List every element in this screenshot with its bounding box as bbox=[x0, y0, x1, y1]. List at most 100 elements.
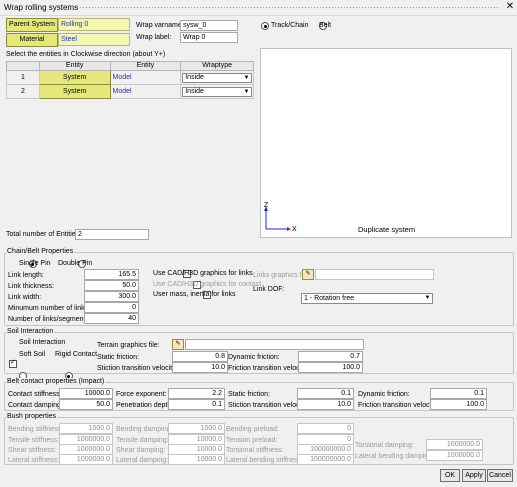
min-links-label: Minumum number of links: bbox=[8, 305, 91, 312]
wraptype-cell: Inside ▼ bbox=[180, 70, 254, 85]
varname-field[interactable]: sysw_0 bbox=[180, 20, 238, 31]
belt-stiction-field[interactable]: 10.0 bbox=[297, 399, 354, 410]
track-chain-radio[interactable] bbox=[261, 22, 269, 30]
single-pin-label: Single Pin bbox=[19, 260, 51, 267]
contact-damping-field[interactable]: 50.0 bbox=[59, 399, 113, 410]
link-dof-select[interactable]: 1 - Rotation free ▼ bbox=[301, 293, 433, 304]
bending-damping-label: Bending damping: bbox=[116, 426, 173, 433]
belt-friction-tv-field[interactable]: 100.0 bbox=[430, 399, 487, 410]
system-cell[interactable]: System bbox=[38, 70, 111, 85]
shear-damping-label: Shear damping: bbox=[116, 447, 166, 454]
min-links-field[interactable]: 0 bbox=[84, 302, 139, 313]
viewport-caption: Duplicate system bbox=[358, 225, 416, 234]
lateral-stiffness-field[interactable]: 1000000.0 bbox=[59, 454, 113, 465]
parent-system-button[interactable]: Parent System bbox=[6, 18, 58, 32]
penetration-depth-field[interactable]: 0.1 bbox=[168, 399, 225, 410]
axis-triad-icon bbox=[264, 206, 291, 231]
soil-stiction-label: Stiction transition velocity: bbox=[97, 365, 178, 372]
column-header-entity: Entity bbox=[38, 61, 111, 71]
track-chain-label: Track/Chain bbox=[271, 22, 309, 29]
shear-stiffness-label: Shear stiffness: bbox=[8, 447, 57, 454]
lateral-bending-damping-field[interactable]: 1000000.0 bbox=[426, 450, 483, 461]
link-dof-value: 1 - Rotation free bbox=[304, 295, 355, 302]
torsional-damping-field[interactable]: 1000000.0 bbox=[426, 439, 483, 450]
soil-dynamic-friction-field[interactable]: 0.7 bbox=[298, 351, 363, 362]
bending-stiffness-label: Bending stiffness: bbox=[8, 426, 64, 433]
soil-static-friction-label: Static friction: bbox=[97, 354, 140, 361]
link-dof-label: Link DOF: bbox=[253, 286, 285, 293]
system-cell[interactable]: System bbox=[38, 84, 111, 99]
bending-preload-label: Bending preload: bbox=[226, 426, 279, 433]
graphics-viewport[interactable]: Z X Duplicate system bbox=[260, 48, 512, 238]
material-value[interactable]: Steel bbox=[58, 33, 130, 46]
wraplabel-label: Wrap label: bbox=[136, 34, 172, 41]
belt-static-friction-field[interactable]: 0.1 bbox=[297, 388, 354, 399]
soil-interaction-label: Soil Interaction bbox=[19, 339, 66, 346]
wraptype-value: Inside bbox=[185, 73, 204, 81]
bending-stiffness-field[interactable]: 1000.0 bbox=[59, 423, 113, 434]
soil-static-friction-field[interactable]: 0.8 bbox=[172, 351, 228, 362]
parent-system-value[interactable]: Rolling 0 bbox=[58, 18, 130, 31]
drag-handle[interactable] bbox=[76, 6, 498, 9]
bending-preload-field[interactable]: 0 bbox=[297, 423, 354, 434]
belt-dynamic-friction-field[interactable]: 0.1 bbox=[430, 388, 487, 399]
material-button[interactable]: Material bbox=[6, 33, 58, 47]
bending-damping-field[interactable]: 1000.0 bbox=[168, 423, 225, 434]
cancel-button[interactable]: Cancel bbox=[487, 469, 513, 482]
torsional-stiffness-label: Torsional stiffness: bbox=[226, 447, 284, 454]
links-segments-label: Number of links/segments: bbox=[8, 316, 91, 323]
rigid-contact-label: Rigid Contact bbox=[55, 351, 98, 358]
wraptype-select[interactable]: Inside ▼ bbox=[182, 72, 252, 83]
lateral-damping-label: Lateral damping: bbox=[116, 457, 169, 464]
use-cad-contact-label: Use CAD/H3D graphics for contact bbox=[153, 281, 262, 288]
soft-soil-label: Soft Soil bbox=[19, 351, 46, 358]
soil-dynamic-friction-label: Dynamic friction: bbox=[228, 354, 280, 361]
terrain-field[interactable] bbox=[185, 339, 364, 350]
soil-interaction-checkbox[interactable] bbox=[9, 358, 17, 368]
soil-friction-tv-field[interactable]: 100.0 bbox=[298, 362, 363, 373]
chevron-down-icon: ▼ bbox=[424, 295, 431, 301]
force-exponent-field[interactable]: 2.2 bbox=[168, 388, 225, 399]
axis-x-label: X bbox=[292, 226, 297, 233]
link-thickness-field[interactable]: 50.0 bbox=[84, 280, 139, 291]
close-icon[interactable]: ✕ bbox=[504, 1, 516, 12]
tensile-stiffness-label: Tensile stiffness: bbox=[8, 437, 60, 444]
table-header-row: Entity Entity Wraptype bbox=[6, 61, 254, 71]
model-cell[interactable]: Model bbox=[109, 70, 182, 85]
entities-instruction: Select the entities in Clockwise directi… bbox=[6, 51, 166, 58]
axis-z-label: Z bbox=[264, 202, 269, 209]
soil-group-label: Soil Interaction bbox=[6, 328, 55, 336]
belt-contact-group-label: Belt contact properties (Impact) bbox=[6, 378, 106, 386]
apply-button[interactable]: Apply bbox=[462, 469, 486, 482]
wraptype-select[interactable]: Inside ▼ bbox=[182, 86, 252, 97]
double-pin-label: Double Pin bbox=[58, 260, 93, 267]
window-title: Wrap rolling systems bbox=[4, 3, 79, 12]
folder-open-icon[interactable]: ✎ bbox=[172, 339, 184, 350]
link-width-label: Link width: bbox=[8, 294, 42, 301]
table-row: 1 System Model Inside ▼ bbox=[6, 70, 254, 85]
belt-label: Belt bbox=[319, 22, 332, 29]
lateral-bending-stiffness-field[interactable]: 100000000.0 bbox=[297, 454, 354, 465]
link-width-field[interactable]: 300.0 bbox=[84, 291, 139, 302]
links-segments-field[interactable]: 40 bbox=[84, 313, 139, 324]
link-length-label: Link length: bbox=[8, 272, 44, 279]
use-cad-links-label: Use CAD/H3D graphics for links bbox=[153, 270, 253, 277]
ok-button[interactable]: OK bbox=[440, 469, 460, 482]
user-mass-label: User mass, inertia for links bbox=[153, 291, 236, 298]
lateral-stiffness-label: Lateral stiffness: bbox=[8, 457, 59, 464]
table-row: 2 System Model Inside ▼ bbox=[6, 84, 254, 99]
terrain-label: Terrain graphics file: bbox=[97, 342, 160, 349]
soil-stiction-field[interactable]: 10.0 bbox=[172, 362, 228, 373]
contact-stiffness-field[interactable]: 10000.0 bbox=[59, 388, 113, 399]
lateral-damping-field[interactable]: 10000.0 bbox=[168, 454, 225, 465]
soil-friction-tv-label: Friction transition velocity: bbox=[228, 365, 309, 372]
wraplabel-field[interactable]: Wrap 0 bbox=[180, 32, 238, 43]
folder-open-icon[interactable]: ✎ bbox=[302, 269, 314, 280]
wraptype-cell: Inside ▼ bbox=[180, 84, 254, 99]
links-graphics-field[interactable] bbox=[315, 269, 434, 280]
belt-friction-tv-label: Friction transition velocity: bbox=[358, 402, 439, 409]
model-cell[interactable]: Model bbox=[109, 84, 182, 99]
link-length-field[interactable]: 165.5 bbox=[84, 269, 139, 280]
total-entities-field[interactable]: 2 bbox=[75, 229, 149, 240]
lateral-bending-stiffness-label: Lateral bending stiffness: bbox=[226, 457, 304, 464]
